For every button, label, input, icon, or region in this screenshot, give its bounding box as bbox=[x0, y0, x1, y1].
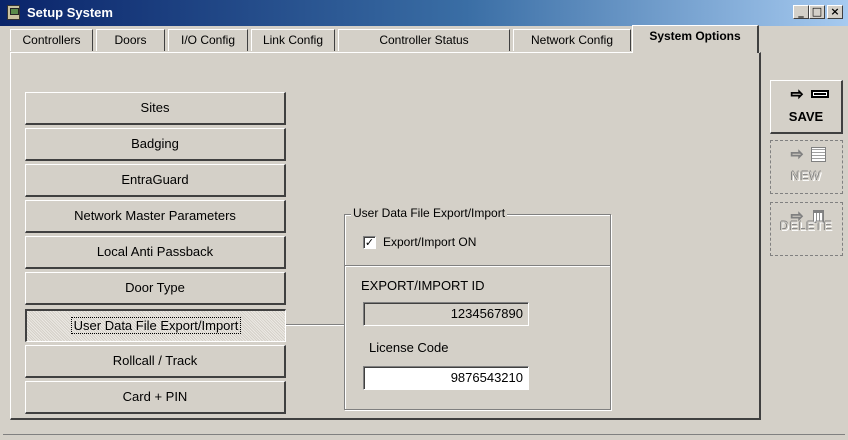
network-master-parameters-label: Network Master Parameters bbox=[74, 208, 236, 223]
badging-button-label: Badging bbox=[131, 136, 179, 151]
tab-network-config[interactable]: Network Config bbox=[513, 29, 631, 51]
tab-io-config[interactable]: I/O Config bbox=[168, 29, 248, 51]
minimize-button[interactable]: _ bbox=[793, 5, 809, 19]
delete-button[interactable]: ⇨ DELETE bbox=[770, 202, 843, 256]
card-pin-button-label: Card + PIN bbox=[122, 389, 188, 404]
card-pin-button[interactable]: Card + PIN bbox=[25, 381, 286, 414]
document-icon bbox=[811, 147, 826, 162]
sites-button-label: Sites bbox=[140, 100, 170, 115]
app-icon[interactable] bbox=[7, 5, 20, 20]
user-data-file-export-import-label: User Data File Export/Import bbox=[70, 317, 242, 334]
tab-controllers[interactable]: Controllers bbox=[10, 29, 93, 51]
tab-controller-status[interactable]: Controller Status bbox=[338, 29, 510, 51]
save-icon: ⇨ bbox=[771, 85, 841, 103]
maximize-button[interactable]: □ bbox=[809, 5, 825, 19]
arrow-right-icon: ⇨ bbox=[790, 85, 804, 103]
arrow-right-icon: ⇨ bbox=[790, 145, 804, 163]
entraguard-button-label: EntraGuard bbox=[121, 172, 189, 187]
new-button[interactable]: ⇨ NEW bbox=[770, 140, 843, 194]
door-type-button[interactable]: Door Type bbox=[25, 272, 286, 305]
local-anti-passback-button[interactable]: Local Anti Passback bbox=[25, 236, 286, 269]
rollcall-track-button-label: Rollcall / Track bbox=[112, 353, 198, 368]
badging-button[interactable]: Badging bbox=[25, 128, 286, 161]
close-button[interactable]: × bbox=[827, 5, 843, 19]
network-master-parameters-button[interactable]: Network Master Parameters bbox=[25, 200, 286, 233]
save-button[interactable]: ⇨ SAVE bbox=[770, 80, 843, 134]
new-button-label: NEW bbox=[791, 169, 822, 183]
export-import-on-label[interactable]: Export/Import ON bbox=[383, 235, 476, 249]
entraguard-button[interactable]: EntraGuard bbox=[25, 164, 286, 197]
title-bar[interactable]: Setup System _ □ × bbox=[0, 0, 848, 26]
user-data-file-export-import-button[interactable]: User Data File Export/Import bbox=[25, 309, 286, 342]
rollcall-track-button[interactable]: Rollcall / Track bbox=[25, 345, 286, 378]
save-button-label: SAVE bbox=[788, 109, 824, 124]
connector-line bbox=[286, 324, 344, 326]
new-record-icon: ⇨ bbox=[771, 145, 842, 163]
groupbox-title: User Data File Export/Import bbox=[351, 206, 508, 220]
local-anti-passback-label: Local Anti Passback bbox=[96, 244, 214, 259]
tab-link-config[interactable]: Link Config bbox=[251, 29, 335, 51]
group-divider bbox=[345, 265, 610, 267]
export-import-groupbox: User Data File Export/Import ✓ Export/Im… bbox=[344, 206, 611, 410]
tab-system-options[interactable]: System Options bbox=[632, 25, 759, 53]
window-title: Setup System bbox=[27, 5, 113, 20]
sites-button[interactable]: Sites bbox=[25, 92, 286, 125]
export-import-on-checkbox[interactable]: ✓ bbox=[363, 236, 376, 249]
export-import-id-label: EXPORT/IMPORT ID bbox=[361, 278, 485, 293]
door-type-button-label: Door Type bbox=[125, 280, 185, 295]
delete-button-label: DELETE bbox=[780, 219, 833, 233]
export-import-id-field: 1234567890 bbox=[363, 302, 529, 326]
tab-strip: Controllers Doors I/O Config Link Config… bbox=[10, 25, 770, 53]
save-glyph-icon bbox=[811, 90, 829, 98]
window-bottom-edge bbox=[3, 434, 845, 435]
tab-doors[interactable]: Doors bbox=[96, 29, 165, 51]
license-code-input[interactable]: 9876543210 bbox=[363, 366, 529, 390]
license-code-label: License Code bbox=[369, 340, 449, 355]
